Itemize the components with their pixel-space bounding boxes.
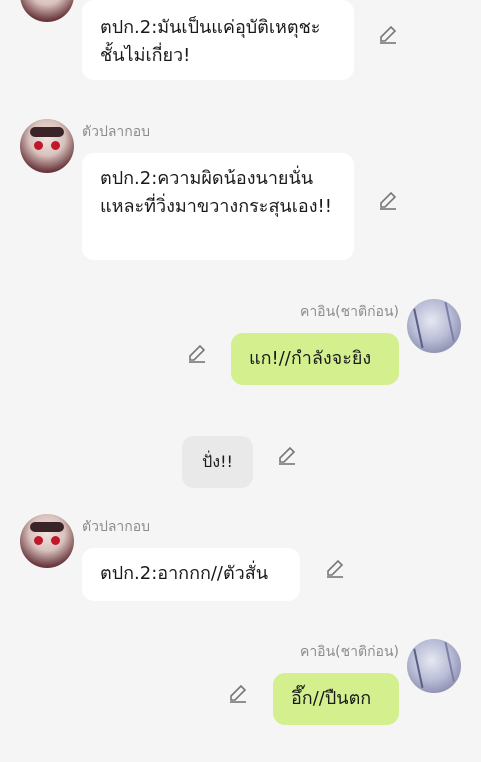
- avatar-self[interactable]: [407, 639, 461, 693]
- message-text: ตปก.2:ความผิดน้องนายนั่นแหละที่วิ่งมาขวา…: [100, 168, 332, 217]
- edit-icon[interactable]: [227, 682, 249, 704]
- sender-name: ตัวปลากอบ: [82, 124, 151, 140]
- edit-icon[interactable]: [186, 342, 208, 364]
- message-bubble[interactable]: ตปก.2:มันเป็นแค่อุบัติเหตุชะ ชั้นไม่เกี่…: [82, 0, 354, 80]
- message-bubble[interactable]: อึ๊ก//ปืนตก: [273, 673, 399, 725]
- avatar-other[interactable]: [20, 0, 74, 22]
- message-text: ตปก.2:มันเป็นแค่อุบัติเหตุชะ ชั้นไม่เกี่…: [100, 17, 321, 66]
- message-text: แก!//กำลังจะยิง: [249, 348, 372, 369]
- edit-icon[interactable]: [377, 189, 399, 211]
- avatar-other[interactable]: [20, 514, 74, 568]
- edit-icon[interactable]: [324, 557, 346, 579]
- avatar-other[interactable]: [20, 119, 74, 173]
- narration-text: ปั่ง!!: [202, 452, 233, 471]
- message-text: ตปก.2:อากกก//ตัวสั่น: [100, 563, 269, 584]
- sender-name: คาอิน(ชาติก่อน): [299, 644, 399, 660]
- narration-bubble[interactable]: ปั่ง!!: [182, 436, 253, 488]
- avatar-self[interactable]: [407, 299, 461, 353]
- message-bubble[interactable]: แก!//กำลังจะยิง: [231, 333, 399, 385]
- message-bubble[interactable]: ตปก.2:ความผิดน้องนายนั่นแหละที่วิ่งมาขวา…: [82, 153, 354, 260]
- edit-icon[interactable]: [276, 444, 298, 466]
- sender-name: คาอิน(ชาติก่อน): [299, 304, 399, 320]
- sender-name: ตัวปลากอบ: [82, 519, 151, 535]
- edit-icon[interactable]: [377, 23, 399, 45]
- message-text: อึ๊ก//ปืนตก: [291, 688, 372, 709]
- message-bubble[interactable]: ตปก.2:อากกก//ตัวสั่น: [82, 548, 300, 601]
